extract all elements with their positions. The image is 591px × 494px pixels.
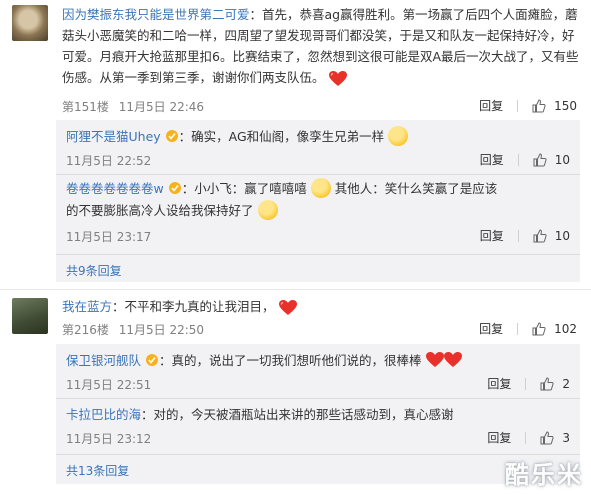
reply-date: 11月5日 22:52 (66, 154, 152, 168)
reply-content: ：对的，今天被酒瓶站出来讲的那些话感动到，真心感谢 (141, 407, 454, 422)
like-button[interactable]: 10 (533, 229, 570, 243)
heart-emoji-icon (443, 352, 462, 367)
reply-button[interactable]: 回复 (487, 375, 511, 392)
reply-username[interactable]: 保卫银河舰队 (66, 353, 141, 368)
like-button[interactable]: 3 (540, 431, 570, 445)
divider (525, 377, 527, 390)
like-button[interactable]: 10 (533, 153, 570, 167)
reply-item: 阿狸不是猫Uhey ：确实，AG和仙阁，像孪生兄弟一样 11月5日 22:52 … (66, 124, 570, 172)
comment-actions: 回复 102 (479, 320, 577, 337)
comment-meta: 第216楼 11月5日 22:50 (62, 321, 204, 338)
more-replies-link[interactable]: 共9条回复 (66, 262, 122, 279)
reply-item: 卡拉巴比的海：对的，今天被酒瓶站出来讲的那些话感动到，真心感谢 11月5日 23… (66, 402, 570, 450)
like-count: 3 (562, 430, 570, 445)
avatar[interactable] (12, 298, 48, 334)
member-badge-icon (165, 130, 178, 142)
reply-username[interactable]: 阿狸不是猫Uhey (66, 129, 161, 144)
more-replies-link[interactable]: 共13条回复 (66, 462, 129, 479)
watermark-logo: 酷乐米 (505, 461, 583, 489)
member-badge-icon (146, 354, 158, 366)
thumbs-up-icon (532, 98, 546, 112)
comment-item: 因为樊振东我只能是世界第二可爱：首先，恭喜ag赢得胜利。第一场赢了后四个人面瘫脸… (0, 0, 591, 282)
reply-item: 卷卷卷卷卷卷卷w ：小小飞：赢了嘻嘻嘻 其他人：笑什么笑赢了是应该的不要膨胀高冷… (66, 178, 570, 248)
like-button[interactable]: 2 (540, 377, 570, 391)
reply-date: 11月5日 23:12 (66, 432, 152, 446)
heart-emoji-icon (425, 352, 444, 367)
divider (525, 431, 527, 444)
reply-date: 11月5日 23:17 (66, 230, 152, 244)
heart-emoji-icon (328, 71, 347, 86)
reply-text: 卷卷卷卷卷卷卷w ：小小飞：赢了嘻嘻嘻 其他人：笑什么笑赢了是应该的不要膨胀高冷… (66, 178, 506, 222)
reply-date: 11月5日 22:51 (66, 378, 152, 392)
thumbs-up-icon (540, 376, 554, 390)
comment-actions: 回复 150 (479, 97, 577, 114)
reply-button[interactable]: 回复 (479, 97, 503, 114)
comment-item: 我在蓝方：不平和李九真的让我泪目， 第216楼 11月5日 22:50 回复 1… (0, 290, 591, 494)
like-count: 10 (554, 152, 570, 167)
floor-number: 第216楼 (62, 323, 109, 337)
reply-actions: 回复 10 (480, 227, 570, 244)
thumbs-up-icon (533, 228, 547, 242)
reply-content: ：真的，说出了一切我们想听他们说的，很棒棒 (159, 353, 422, 368)
comment-text: 因为樊振东我只能是世界第二可爱：首先，恭喜ag赢得胜利。第一场赢了后四个人面瘫脸… (62, 4, 582, 88)
reply-text: 阿狸不是猫Uhey ：确实，AG和仙阁，像孪生兄弟一样 (66, 126, 506, 148)
avatar[interactable] (12, 5, 48, 41)
reply-button[interactable]: 回复 (480, 151, 504, 168)
divider (56, 398, 580, 399)
like-count: 102 (554, 321, 577, 336)
shy-emoji-icon (310, 178, 331, 198)
divider (56, 454, 580, 455)
divider (517, 153, 519, 166)
mention-link[interactable]: 小小飞 (194, 181, 232, 196)
comment-date: 11月5日 22:50 (118, 323, 205, 337)
comment-content: ：不平和李九真的让我泪目， (112, 299, 275, 314)
reply-content: ：确实，AG和仙阁，像孪生兄弟一样 (178, 129, 385, 144)
floor-number: 第151楼 (62, 100, 109, 114)
divider (517, 99, 519, 112)
divider (517, 229, 519, 242)
heart-emoji-icon (278, 300, 297, 315)
comment-text: 我在蓝方：不平和李九真的让我泪目， (62, 296, 582, 317)
thumbs-up-icon (540, 430, 554, 444)
reply-actions: 回复 2 (487, 375, 570, 392)
comment-username[interactable]: 我在蓝方 (62, 299, 112, 314)
reply-button[interactable]: 回复 (487, 429, 511, 446)
reply-content: ：赢了嘻嘻嘻 (231, 181, 307, 196)
like-count: 150 (554, 98, 577, 113)
reply-actions: 回复 10 (480, 151, 570, 168)
comment-username[interactable]: 因为樊振东我只能是世界第二可爱 (62, 7, 250, 22)
like-button[interactable]: 150 (532, 99, 577, 113)
reply-text: 保卫银河舰队 ：真的，说出了一切我们想听他们说的，很棒棒 (66, 350, 506, 372)
laughing-emoji-icon (388, 126, 409, 146)
thumbs-up-icon (533, 152, 547, 166)
reply-text: 卡拉巴比的海：对的，今天被酒瓶站出来讲的那些话感动到，真心感谢 (66, 404, 506, 426)
member-badge-icon (168, 182, 181, 194)
divider (517, 322, 519, 335)
thumbs-up-icon (532, 321, 546, 335)
reply-username[interactable]: 卡拉巴比的海 (66, 407, 141, 422)
comment-meta: 第151楼 11月5日 22:46 (62, 98, 204, 115)
divider (56, 254, 580, 255)
reply-button[interactable]: 回复 (480, 227, 504, 244)
like-button[interactable]: 102 (532, 322, 577, 336)
replies-container: 阿狸不是猫Uhey ：确实，AG和仙阁，像孪生兄弟一样 11月5日 22:52 … (56, 120, 580, 282)
reply-username[interactable]: 卷卷卷卷卷卷卷w (66, 181, 164, 196)
replies-container: 保卫银河舰队 ：真的，说出了一切我们想听他们说的，很棒棒 11月5日 22:51… (56, 344, 580, 484)
yum-emoji-icon (257, 200, 278, 220)
reply-item: 保卫银河舰队 ：真的，说出了一切我们想听他们说的，很棒棒 11月5日 22:51… (66, 348, 570, 396)
reply-button[interactable]: 回复 (479, 320, 503, 337)
reply-content: ： (181, 181, 195, 196)
reply-actions: 回复 3 (487, 429, 570, 446)
comment-date: 11月5日 22:46 (118, 100, 205, 114)
like-count: 10 (554, 228, 570, 243)
like-count: 2 (562, 376, 570, 391)
divider (56, 174, 580, 175)
